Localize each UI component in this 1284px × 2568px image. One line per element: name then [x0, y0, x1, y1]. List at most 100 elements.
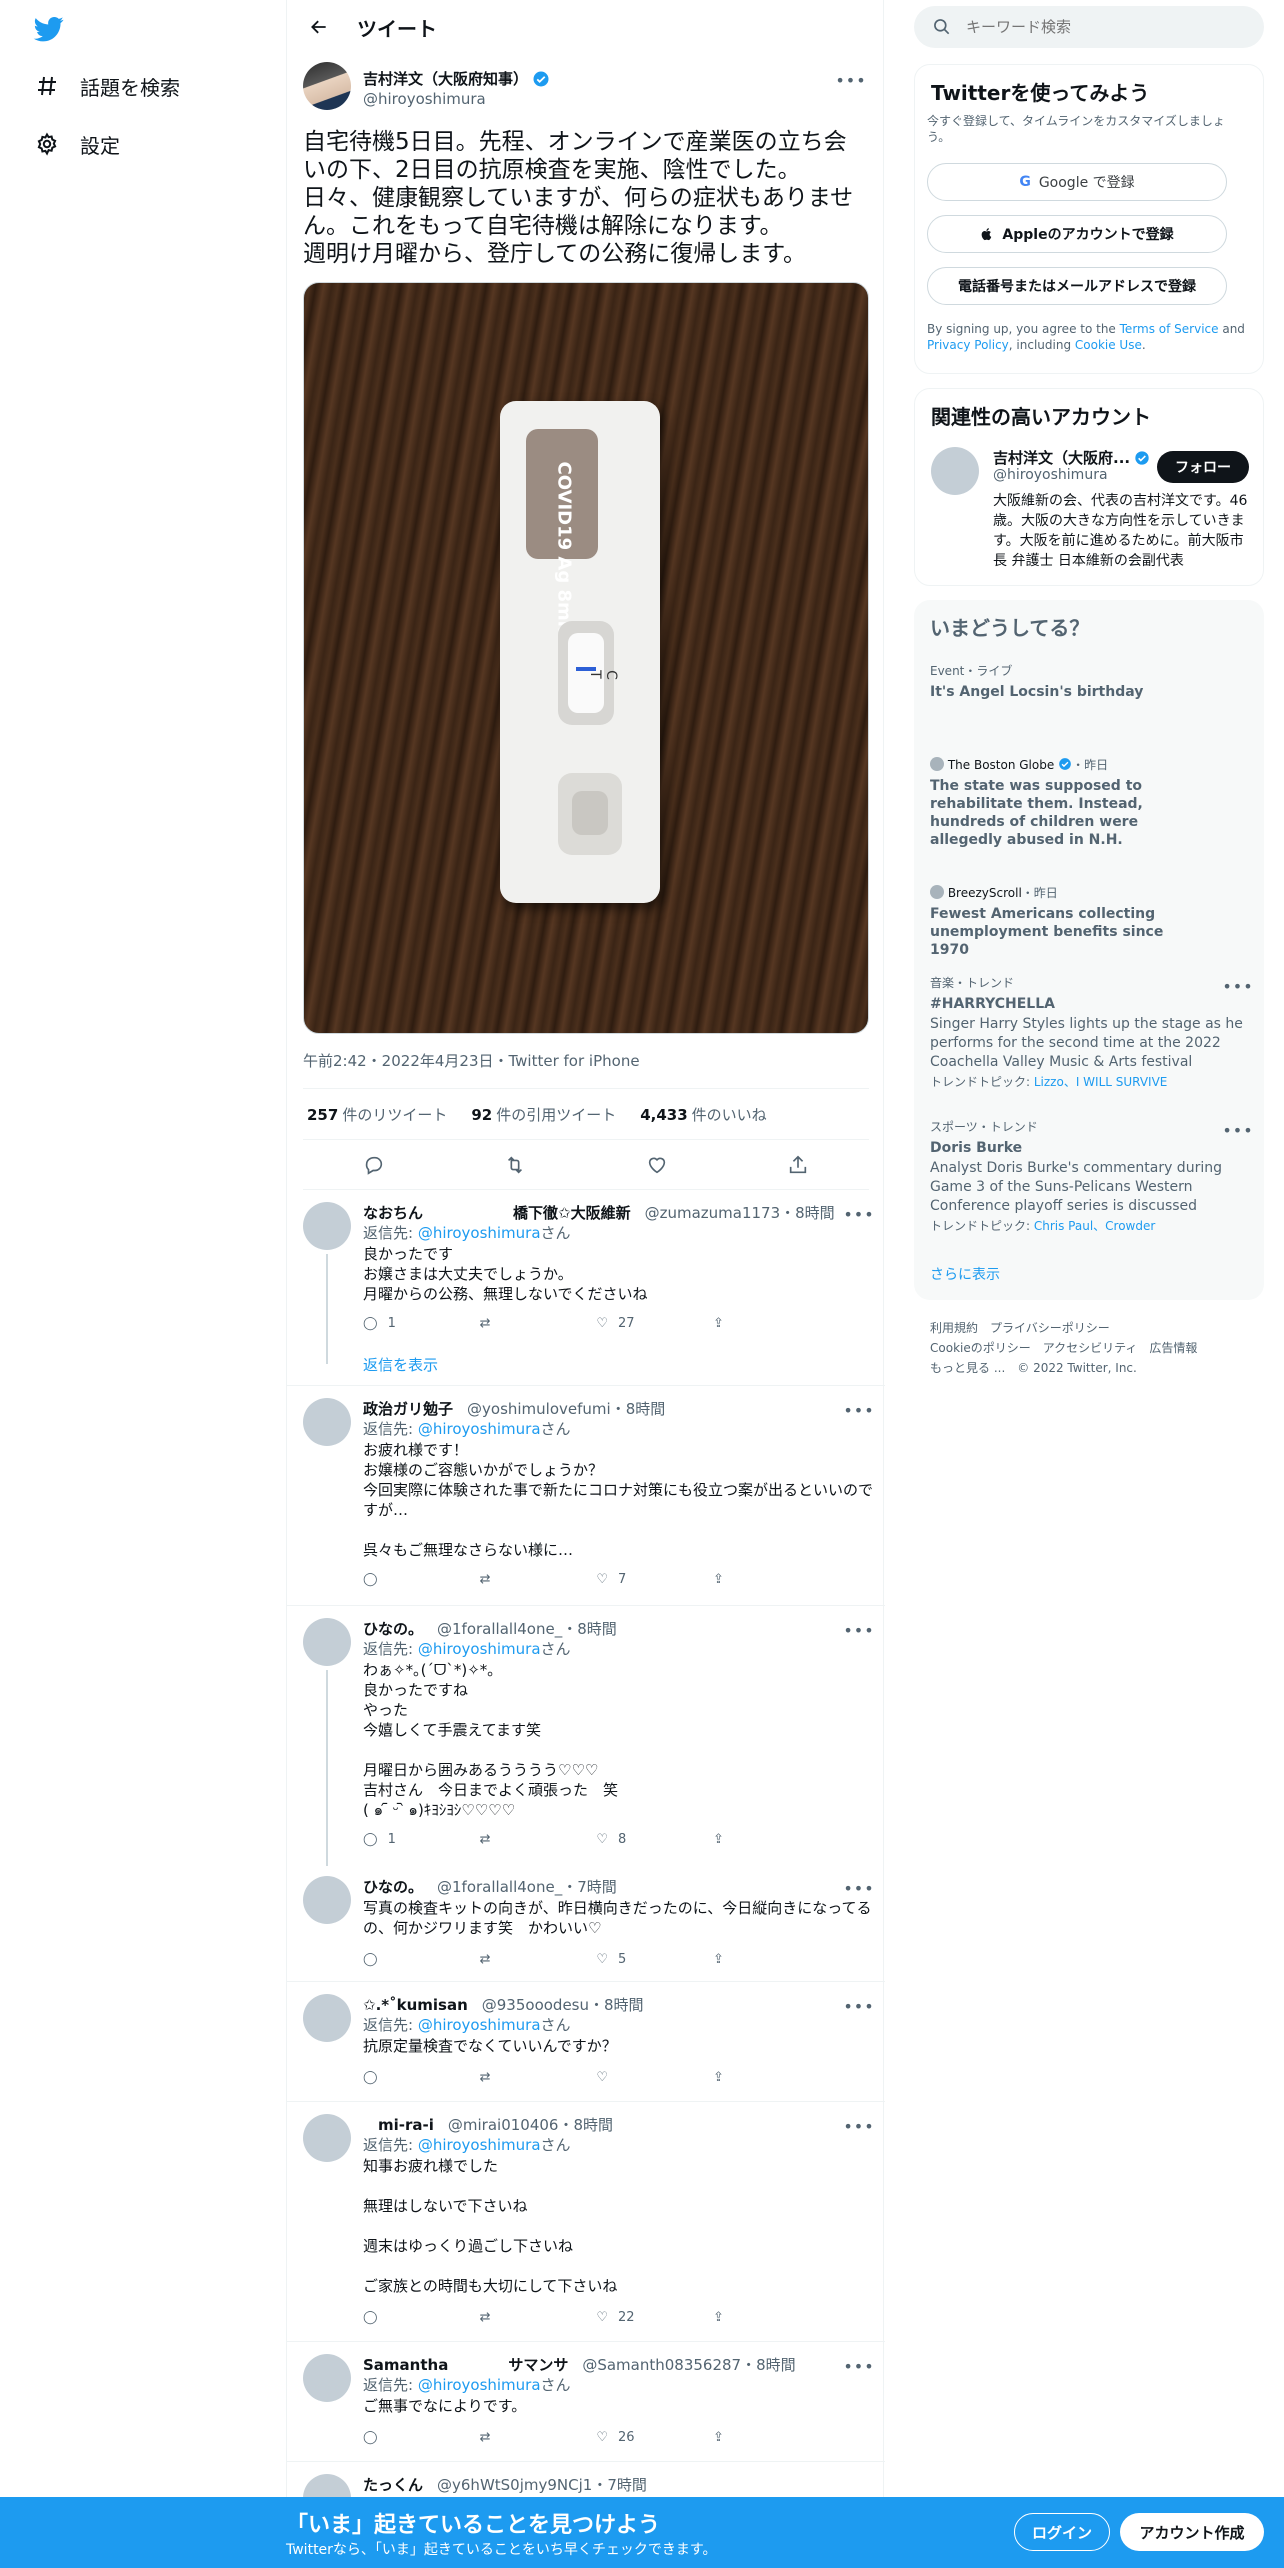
avatar[interactable] [303, 2114, 351, 2162]
tweet-photo[interactable]: COVID19 Ag 8min C T [303, 282, 869, 1034]
retweet-icon[interactable]: ⇄ [480, 1316, 570, 1331]
likes-stat[interactable]: 4,433 件のいいね [640, 1104, 766, 1125]
author-avatar[interactable] [303, 62, 351, 110]
privacy-link[interactable]: Privacy Policy [927, 338, 1009, 352]
avatar[interactable] [931, 447, 979, 495]
retweet-icon[interactable]: ⇄ [480, 2430, 570, 2445]
avatar[interactable] [303, 2354, 351, 2402]
related-name-row[interactable]: 吉村洋文（大阪府... [993, 447, 1150, 468]
share-icon[interactable]: ⇪ [713, 1316, 803, 1331]
retweet-icon[interactable]: ⇄ [480, 1832, 570, 1847]
terms-link[interactable]: Terms of Service [1120, 322, 1219, 336]
retweet-icon[interactable]: ⇄ [480, 2070, 570, 2085]
footer-line-1[interactable]: 利用規約 プライバシーポリシー [930, 1318, 1260, 1338]
reply-item[interactable]: Samantha サマンサ @Samanth08356287・8時間 ••• 返信… [287, 2342, 885, 2462]
reply-icon[interactable]: ◯ [363, 2070, 453, 2085]
follow-button[interactable]: フォロー [1157, 451, 1249, 483]
more-options-icon[interactable]: ••• [843, 1994, 873, 2018]
like-icon[interactable]: ♡ 7 [596, 1572, 686, 1587]
reply-actions: ◯ ⇄ ♡ 5 ⇪ [363, 1952, 803, 1967]
phone-email-signup-button[interactable]: 電話番号またはメールアドレスで登録 [927, 267, 1227, 305]
reply-icon[interactable]: ◯ 1 [363, 1316, 453, 1331]
reply-icon[interactable]: ◯ 1 [363, 1832, 453, 1847]
reply-icon[interactable]: ◯ [363, 2430, 453, 2445]
reply-item[interactable]: なおちん 橋下徹✩大阪維新 @zumazuma1173・8時間 ••• 返信先: … [287, 1190, 885, 1386]
reply-icon[interactable]: ◯ [363, 1952, 453, 1967]
more-options-icon[interactable]: ••• [835, 68, 865, 92]
login-button[interactable]: ログイン [1014, 2513, 1110, 2551]
twitter-logo-icon[interactable] [32, 14, 66, 44]
reply-item[interactable]: たっくん @y6hWtS0jmy9NCj1・7時間 [287, 2462, 885, 2522]
author-name-row[interactable]: 吉村洋文（大阪府知事） [363, 68, 550, 89]
google-signup-button[interactable]: G Google で登録 [927, 163, 1227, 201]
nav-explore[interactable]: 話題を検索 [34, 66, 180, 106]
search-input[interactable] [966, 18, 1236, 36]
tweet-timestamp[interactable]: 午前2:42・2022年4月23日・Twitter for iPhone [303, 1050, 640, 1071]
search-bar[interactable] [914, 6, 1264, 48]
like-icon[interactable]: ♡ 26 [596, 2430, 686, 2445]
more-options-icon[interactable]: ••• [843, 1398, 873, 1422]
tweet-stats: 257 件のリツイート 92 件の引用ツイート 4,433 件のいいね [303, 1088, 869, 1140]
like-icon[interactable]: ♡ 5 [596, 1952, 686, 1967]
trend-item[interactable]: BreezyScroll・昨日 Fewest Americans collect… [930, 884, 1248, 959]
like-icon[interactable] [642, 1150, 672, 1180]
reply-text: 知事お疲れ様でした 無理はしないで下さいね 週末はゆっくり過ごし下さいね ご家族… [363, 2157, 618, 2295]
reply-item[interactable]: mi-ra-i @mirai010406・8時間 ••• 返信先: @hiroyo… [287, 2102, 885, 2342]
footer-line-2[interactable]: Cookieのポリシー アクセシビリティ 広告情報 [930, 1338, 1260, 1358]
more-options-icon[interactable]: ••• [843, 1876, 873, 1900]
reply-icon[interactable]: ◯ [363, 2310, 453, 2325]
like-icon[interactable]: ♡ 22 [596, 2310, 686, 2325]
retweet-icon[interactable] [500, 1150, 530, 1180]
share-icon[interactable]: ⇪ [713, 1572, 803, 1587]
trend-item[interactable]: スポーツ・トレンド Doris Burke Analyst Doris Burk… [930, 1118, 1248, 1234]
retweets-stat[interactable]: 257 件のリツイート [307, 1104, 447, 1125]
share-icon[interactable]: ⇪ [713, 2310, 803, 2325]
like-icon[interactable]: ♡ [596, 2070, 686, 2085]
like-icon[interactable]: ♡ 8 [596, 1832, 686, 1847]
reply-item[interactable]: ひなの。 @1forallall4one_・8時間 ••• 返信先: @hiroy… [287, 1606, 885, 1866]
more-options-icon[interactable]: ••• [843, 1202, 873, 1226]
share-icon[interactable]: ⇪ [713, 2070, 803, 2085]
apple-signup-button[interactable]: Appleのアカウントで登録 [927, 215, 1227, 253]
share-icon[interactable]: ⇪ [713, 1832, 803, 1847]
show-replies-link[interactable]: 返信を表示 [363, 1354, 438, 1375]
related-handle[interactable]: @hiroyoshimura [993, 467, 1108, 483]
show-more-link[interactable]: さらに表示 [930, 1264, 1000, 1284]
page-title: ツイート [357, 16, 437, 41]
reply-item[interactable]: 政治ガリ勉子 @yoshimulovefumi・8時間 ••• 返信先: @hir… [287, 1386, 885, 1606]
more-options-icon[interactable]: ••• [843, 2114, 873, 2138]
more-options-icon[interactable]: ••• [1222, 974, 1252, 998]
more-options-icon[interactable]: ••• [1222, 1118, 1252, 1142]
avatar[interactable] [303, 1398, 351, 1446]
nav-settings[interactable]: 設定 [34, 124, 120, 164]
retweet-icon[interactable]: ⇄ [480, 2310, 570, 2325]
retweet-icon[interactable]: ⇄ [480, 1572, 570, 1587]
quotes-stat[interactable]: 92 件の引用ツイート [471, 1104, 616, 1125]
author-handle[interactable]: @hiroyoshimura [363, 90, 486, 108]
retweet-icon[interactable]: ⇄ [480, 1952, 570, 1967]
reply-icon[interactable]: ◯ [363, 1572, 453, 1587]
signup-button[interactable]: アカウント作成 [1120, 2513, 1264, 2551]
share-icon[interactable]: ⇪ [713, 1952, 803, 1967]
avatar[interactable] [303, 1618, 351, 1666]
more-options-icon[interactable]: ••• [843, 1618, 873, 1642]
trend-item[interactable]: 音楽・トレンド #HARRYCHELLA Singer Harry Styles… [930, 974, 1248, 1090]
reply-icon[interactable] [359, 1150, 389, 1180]
cookie-link[interactable]: Cookie Use [1075, 338, 1142, 352]
reply-header: たっくん @y6hWtS0jmy9NCj1・7時間 [363, 2476, 647, 2494]
reply-item[interactable]: ✩.*˚kumisan @935ooodesu・8時間 ••• 返信先: @hir… [287, 1982, 885, 2102]
share-icon[interactable] [783, 1150, 813, 1180]
trend-item[interactable]: Event・ライブ It's Angel Locsin's birthday [930, 662, 1248, 701]
avatar[interactable] [303, 1994, 351, 2042]
back-arrow-icon[interactable] [299, 7, 339, 47]
trend-item[interactable]: The Boston Globe ・昨日 The state was suppo… [930, 756, 1248, 849]
share-icon[interactable]: ⇪ [713, 2430, 803, 2445]
avatar[interactable] [303, 1202, 351, 1250]
reply-text: わぁ✧*｡(ˊᗜˋ*)✧*｡ 良かったですね やった 今嬉しくて手震えてます笑 … [363, 1661, 619, 1819]
like-icon[interactable]: ♡ 27 [596, 1316, 686, 1331]
avatar[interactable] [303, 1876, 351, 1924]
more-options-icon[interactable]: ••• [843, 2354, 873, 2378]
reply-item[interactable]: ひなの。 @1forallall4one_・7時間 ••• 写真の検査キットの向き… [287, 1866, 885, 1982]
reply-header: 政治ガリ勉子 @yoshimulovefumi・8時間 [363, 1400, 666, 1418]
footer-line-3[interactable]: もっと見る ... © 2022 Twitter, Inc. [930, 1358, 1260, 1378]
